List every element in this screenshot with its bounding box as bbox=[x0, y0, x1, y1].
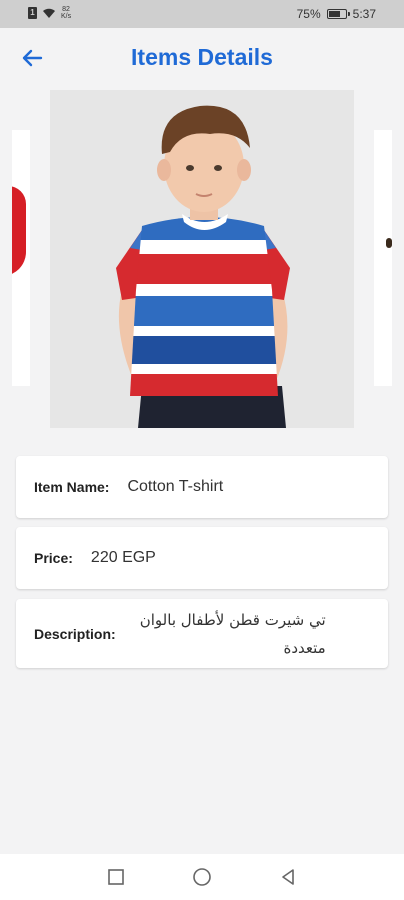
system-navigation-bar bbox=[0, 854, 404, 900]
description-label: Description: bbox=[34, 625, 116, 642]
network-speed-unit: K/s bbox=[61, 13, 72, 20]
recents-button[interactable] bbox=[105, 866, 127, 888]
battery-icon bbox=[326, 9, 350, 19]
wifi-icon bbox=[43, 8, 55, 18]
screen: 1 82 K/s 75% 5:37 Items Details Item Nam… bbox=[0, 0, 404, 900]
system-back-button[interactable] bbox=[277, 866, 299, 888]
item-name-value: Cotton T-shirt bbox=[127, 478, 224, 495]
boy-in-striped-tshirt-illustration bbox=[50, 90, 354, 428]
status-bar: 1 82 K/s 75% 5:37 bbox=[0, 0, 404, 28]
clock: 5:37 bbox=[352, 7, 376, 21]
page-title: Items Details bbox=[131, 44, 273, 70]
square-icon bbox=[108, 869, 124, 885]
circle-icon bbox=[193, 868, 211, 886]
network-speed: 82 K/s bbox=[61, 6, 71, 20]
price-value: 220 EGP bbox=[90, 549, 156, 566]
status-right: 75% 5:37 bbox=[297, 7, 376, 21]
network-speed-value: 82 bbox=[62, 6, 70, 13]
item-name-label: Item Name: bbox=[34, 479, 110, 495]
description-value: تي شيرت قطن لأطفال بالوان متعددة bbox=[139, 610, 326, 657]
app-bar: Items Details bbox=[0, 28, 404, 90]
battery-fill bbox=[328, 11, 340, 17]
home-button[interactable] bbox=[191, 866, 213, 888]
next-image-card[interactable] bbox=[374, 130, 392, 386]
description-card: Description: تي شيرت قطن لأطفال بالوان م… bbox=[16, 599, 388, 668]
sim-card-icon: 1 bbox=[28, 7, 37, 19]
price-label: Price: bbox=[34, 550, 73, 566]
status-left: 1 82 K/s bbox=[28, 6, 71, 20]
image-carousel[interactable] bbox=[0, 90, 404, 428]
item-name-card: Item Name: Cotton T-shirt bbox=[16, 456, 388, 518]
previous-image-card[interactable] bbox=[12, 130, 30, 386]
battery-percent: 75% bbox=[296, 7, 321, 21]
product-image[interactable] bbox=[50, 90, 354, 428]
next-image-preview bbox=[386, 238, 392, 248]
triangle-back-icon bbox=[282, 869, 294, 885]
price-card: Price: 220 EGP bbox=[16, 527, 388, 589]
previous-image-preview bbox=[12, 186, 26, 276]
